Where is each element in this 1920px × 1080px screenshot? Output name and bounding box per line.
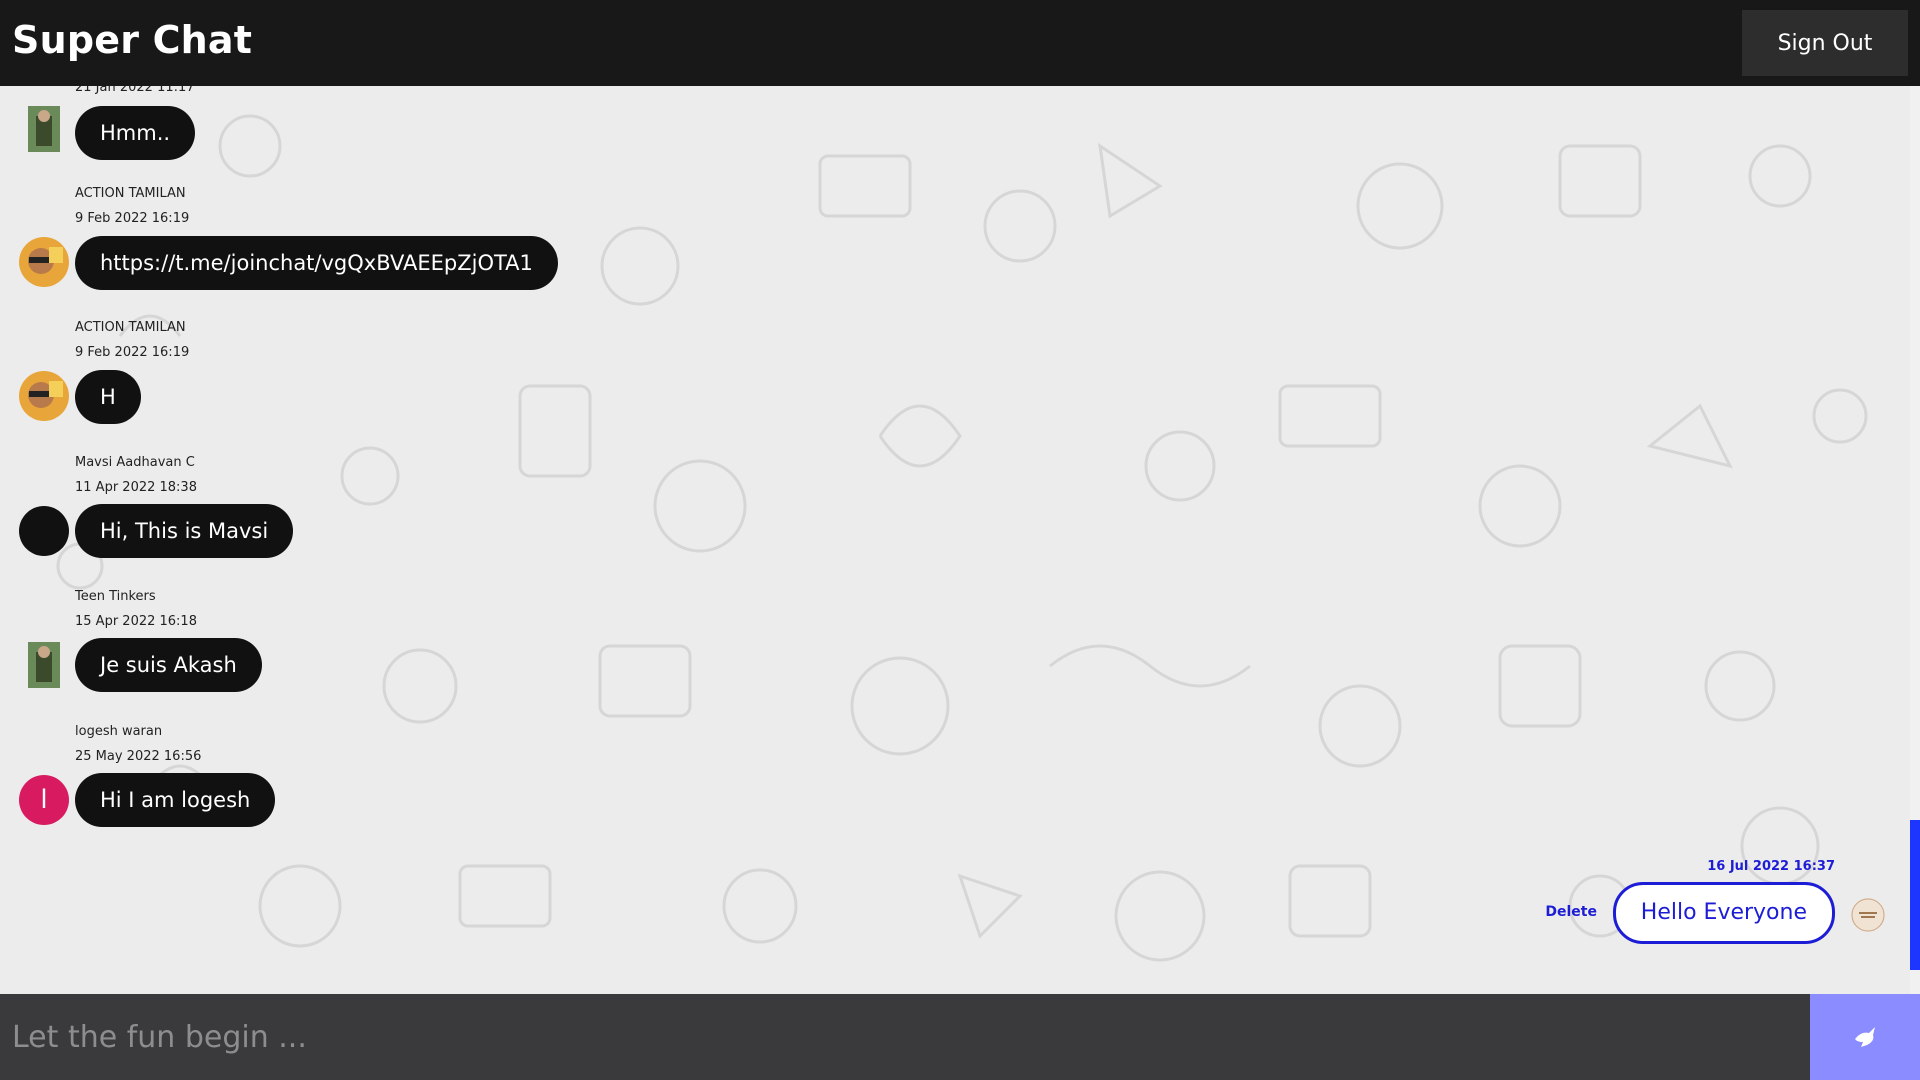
user-avatar: [19, 371, 69, 421]
user-avatar: [28, 106, 60, 152]
photo-icon: [28, 106, 60, 152]
app-header: Super Chat Sign Out: [0, 0, 1920, 86]
send-button[interactable]: [1810, 994, 1920, 1080]
message-sender-name: ACTION TAMILAN: [75, 320, 186, 335]
message-timestamp: 9 Feb 2022 16:19: [75, 211, 190, 226]
user-avatar: [28, 642, 60, 688]
message-sender-name: ACTION TAMILAN: [75, 186, 186, 201]
blank-avatar: [19, 506, 69, 556]
sent-message-bubble: Hello Everyone: [1612, 882, 1835, 944]
sent-message-timestamp: 16 Jul 2022 16:37: [1707, 859, 1835, 874]
message-timestamp: 9 Feb 2022 16:19: [75, 345, 190, 360]
letter-avatar: l: [19, 775, 69, 825]
message-timestamp: 25 May 2022 16:56: [75, 749, 202, 764]
app-title: Super Chat: [12, 18, 253, 62]
photo-icon: [19, 371, 69, 421]
message-bubble: Je suis Akash: [75, 638, 262, 692]
message-timestamp: 21 Jan 2022 11:17: [75, 86, 195, 95]
user-avatar: [19, 237, 69, 287]
sign-out-button[interactable]: Sign Out: [1742, 10, 1908, 76]
message-bubble: Hi, This is Mavsi: [75, 504, 294, 558]
message-timestamp: 15 Apr 2022 16:18: [75, 614, 197, 629]
message-composer: [0, 994, 1920, 1080]
message-bubble: H: [75, 370, 141, 424]
photo-icon: [1851, 898, 1885, 932]
message-timestamp: 11 Apr 2022 18:38: [75, 480, 197, 495]
message-sender-name: logesh waran: [75, 724, 163, 739]
photo-icon: [28, 642, 60, 688]
message-sender-name: Teen Tinkers: [75, 589, 156, 604]
message-bubble: Hmm..: [75, 106, 196, 160]
message-bubble[interactable]: https://t.me/joinchat/vgQxBVAEEpZjOTA1: [75, 236, 558, 290]
delete-message-button[interactable]: Delete: [1545, 904, 1597, 920]
dove-icon: [1855, 1027, 1875, 1047]
photo-icon: [19, 237, 69, 287]
own-avatar: [1851, 898, 1885, 932]
scrollbar-thumb[interactable]: [1910, 820, 1920, 970]
message-sender-name: Mavsi Aadhavan C: [75, 455, 195, 470]
chat-messages-area[interactable]: 21 Jan 2022 11:17 Hmm.. ACTION TAMILAN 9…: [0, 86, 1920, 994]
message-input[interactable]: [0, 994, 1810, 1080]
message-bubble: Hi I am logesh: [75, 773, 276, 827]
